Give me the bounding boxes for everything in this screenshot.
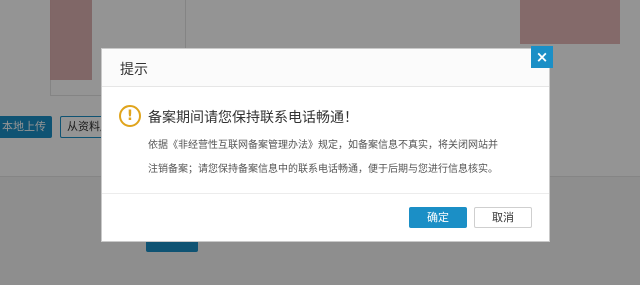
close-icon[interactable]: × — [531, 46, 553, 68]
dialog-header — [102, 49, 549, 87]
dialog-title: 提示 — [120, 62, 148, 78]
warning-icon: ! — [119, 105, 141, 127]
confirm-button[interactable]: 确定 — [409, 207, 467, 228]
footer-divider — [102, 193, 549, 194]
message-body-line-2: 注销备案；请您保持备案信息中的联系电话畅通，便于后期与您进行信息核实。 — [148, 164, 498, 175]
notice-dialog: 提示 × ! 备案期间请您保持联系电话畅通！ 依据《非经营性互联网备案管理办法》… — [101, 46, 553, 242]
message-title: 备案期间请您保持联系电话畅通！ — [148, 110, 358, 126]
cancel-button[interactable]: 取消 — [474, 207, 532, 228]
message-body-line-1: 依据《非经营性互联网备案管理办法》规定，如备案信息不真实，将关闭网站并 — [148, 140, 498, 151]
